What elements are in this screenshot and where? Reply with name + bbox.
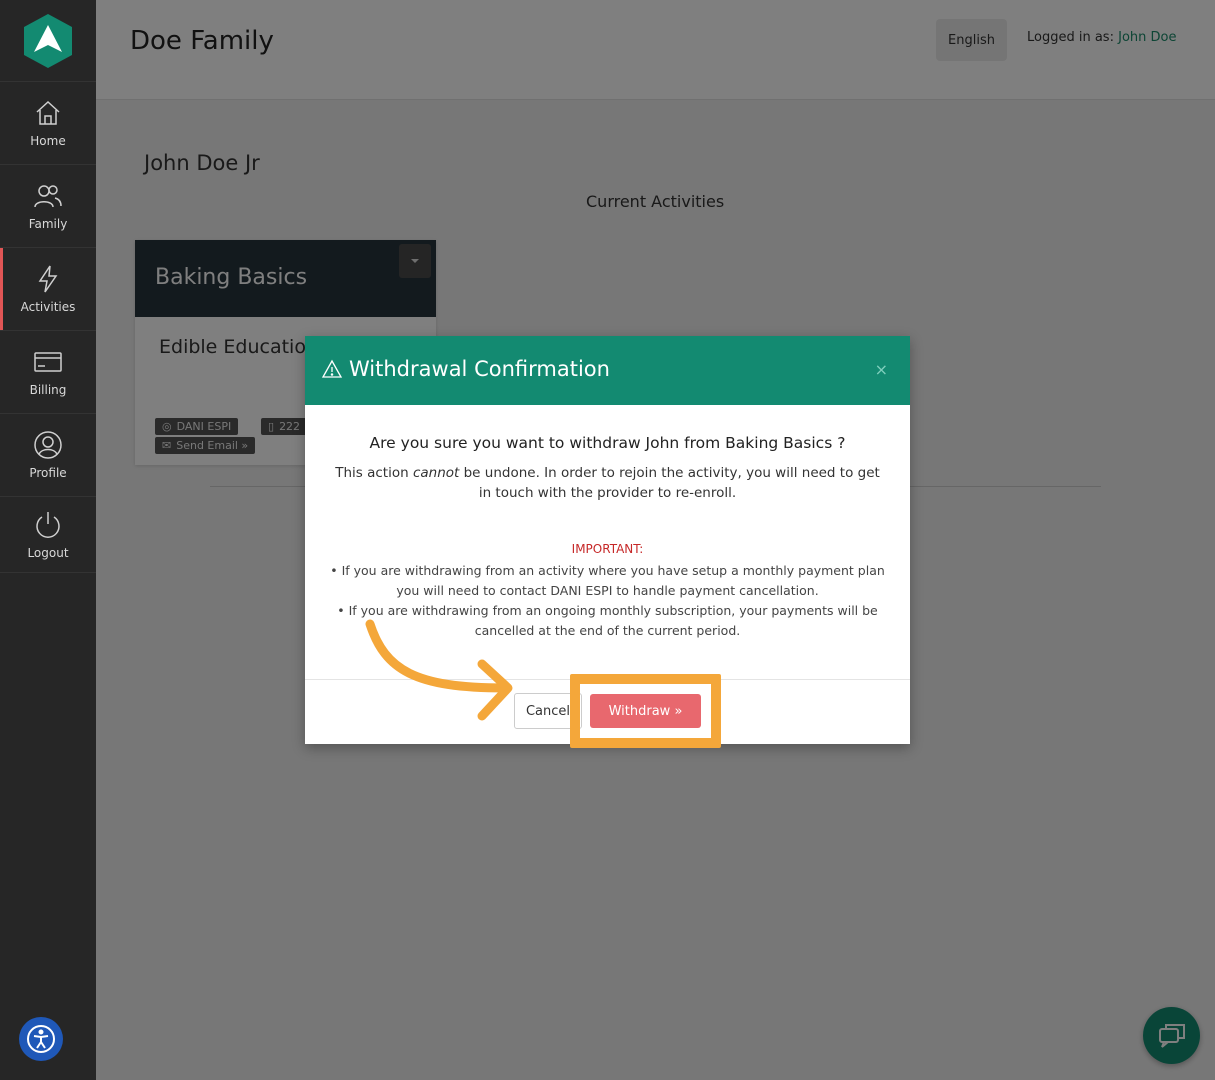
- sidebar-item-label: Activities: [20, 300, 76, 314]
- important-label: IMPORTANT:: [571, 542, 644, 556]
- family-icon: [34, 185, 62, 208]
- profile-icon: [34, 431, 62, 459]
- modal-description: This action cannot be undone. In order t…: [330, 463, 885, 503]
- close-icon[interactable]: ×: [875, 360, 888, 379]
- accessibility-icon: [27, 1025, 55, 1053]
- modal-title-text: Withdrawal Confirmation: [349, 357, 610, 381]
- sidebar-item-label: Logout: [27, 545, 69, 560]
- modal-title: Withdrawal Confirmation: [321, 357, 610, 381]
- sidebar-item-label: Profile: [29, 466, 67, 480]
- sidebar-item-family[interactable]: Family: [0, 165, 96, 248]
- desc-text: be undone. In order to rejoin the activi…: [459, 465, 880, 501]
- lightning-icon: [38, 265, 58, 293]
- sidebar-item-label: Billing: [29, 383, 67, 397]
- sidebar: Home Family Activities Billing Profile L…: [0, 0, 96, 1080]
- home-icon: [36, 100, 60, 125]
- modal-header: Withdrawal Confirmation ×: [305, 336, 910, 405]
- logo-icon: [24, 13, 72, 68]
- highlight-box: [570, 674, 721, 748]
- sidebar-item-logout[interactable]: Logout: [0, 497, 96, 573]
- sidebar-item-activities[interactable]: Activities: [0, 248, 96, 331]
- accessibility-button[interactable]: [19, 1017, 63, 1061]
- note-payment-plan: • If you are withdrawing from an activit…: [330, 563, 885, 598]
- desc-text: This action: [335, 465, 413, 481]
- sidebar-item-label: Home: [30, 134, 66, 148]
- pointer-arrow-icon: [365, 619, 513, 721]
- modal-question: Are you sure you want to withdraw John f…: [369, 434, 846, 452]
- power-icon: [36, 511, 60, 538]
- sidebar-item-profile[interactable]: Profile: [0, 414, 96, 497]
- warning-icon: [321, 359, 343, 378]
- sidebar-item-home[interactable]: Home: [0, 82, 96, 165]
- app-logo[interactable]: [0, 0, 96, 82]
- credit-card-icon: [34, 352, 62, 372]
- desc-emphasis: cannot: [412, 465, 460, 481]
- sidebar-item-label: Family: [28, 217, 68, 231]
- sidebar-item-billing[interactable]: Billing: [0, 331, 96, 414]
